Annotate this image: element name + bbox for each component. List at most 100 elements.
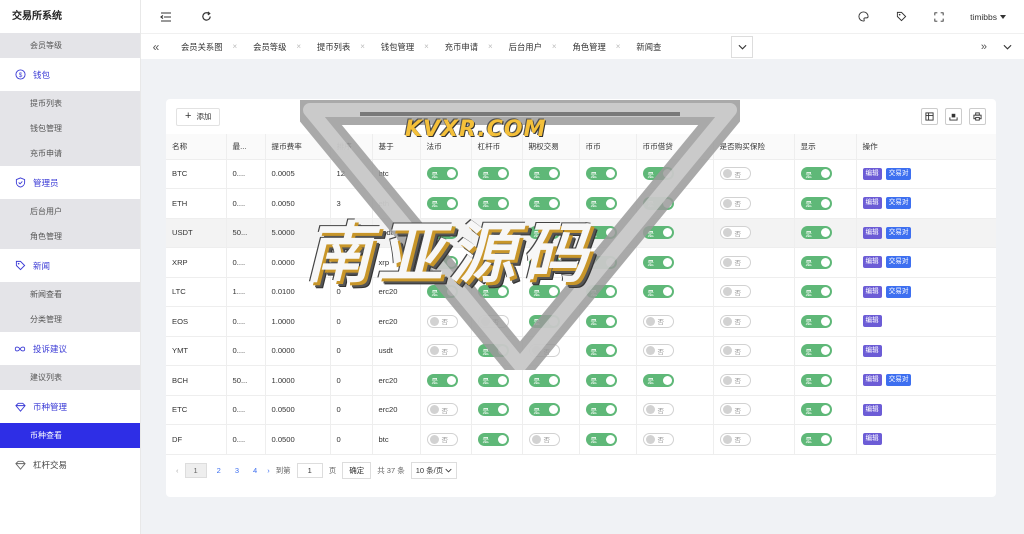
menu-collapse-icon[interactable] (159, 10, 173, 24)
toggle-insurance[interactable]: 否 (719, 314, 751, 328)
toggle-visible[interactable]: 是 (800, 373, 832, 387)
toggle-options[interactable]: 是 (528, 403, 560, 417)
toggle-coin-loan[interactable]: 是 (642, 285, 674, 299)
toggle-coin-loan[interactable]: 否 (642, 314, 674, 328)
edit-button[interactable]: 编辑 (862, 344, 882, 357)
toggle-coin-loan[interactable]: 是 (642, 167, 674, 181)
toggle-leverage[interactable]: 是 (477, 167, 509, 181)
toggle-options[interactable]: 否 (528, 344, 560, 358)
close-icon[interactable]: × (360, 42, 365, 51)
page-size-select[interactable]: 10 条/页 (410, 461, 458, 479)
close-icon[interactable]: × (424, 42, 429, 51)
tabs-menu-chevron-down-icon[interactable] (1003, 41, 1012, 53)
page-3[interactable]: 3 (231, 466, 243, 475)
toggle-coin-loan[interactable]: 是 (642, 373, 674, 387)
toggle-insurance[interactable]: 否 (719, 344, 751, 358)
edit-button[interactable]: 编辑 (862, 226, 882, 239)
toggle-visible[interactable]: 是 (800, 432, 832, 446)
sidebar-item-role-manage[interactable]: 角色管理 (0, 224, 140, 249)
toggle-options[interactable]: 否 (528, 432, 560, 446)
export-icon[interactable] (945, 108, 962, 125)
close-icon[interactable]: × (296, 42, 301, 51)
edit-button[interactable]: 编辑 (862, 256, 882, 269)
toggle-visible[interactable]: 是 (800, 226, 832, 240)
sidebar-item-suggestion-list[interactable]: 建议列表 (0, 365, 140, 390)
toggle-fiat[interactable]: 否 (426, 344, 458, 358)
trading-pair-button[interactable]: 交易对 (885, 226, 912, 239)
toggle-spot[interactable]: 是 (585, 373, 617, 387)
toggle-insurance[interactable]: 否 (719, 196, 751, 210)
toggle-insurance[interactable]: 否 (719, 373, 751, 387)
edit-button[interactable]: 编辑 (862, 197, 882, 210)
toggle-coin-loan[interactable]: 是 (642, 196, 674, 210)
toggle-spot[interactable]: 是 (585, 432, 617, 446)
toggle-options[interactable]: 是 (528, 167, 560, 181)
theme-palette-icon[interactable] (856, 10, 870, 24)
edit-button[interactable]: 编辑 (862, 403, 882, 416)
sidebar-group-admin[interactable]: 管理员 (0, 166, 140, 199)
sidebar-group-leverage[interactable]: 杠杆交易 (0, 448, 140, 481)
close-icon[interactable]: × (233, 42, 238, 51)
toggle-leverage[interactable]: 否 (477, 314, 509, 328)
toggle-fiat[interactable]: 是 (426, 373, 458, 387)
trading-pair-button[interactable]: 交易对 (885, 167, 912, 180)
columns-filter-icon[interactable] (921, 108, 938, 125)
tab-news-view[interactable]: 新闻查 (626, 37, 667, 57)
toggle-visible[interactable]: 是 (800, 403, 832, 417)
toggle-insurance[interactable]: 否 (719, 167, 751, 181)
toggle-options[interactable]: 是 (528, 314, 560, 328)
user-menu[interactable]: timibbs (970, 12, 1006, 22)
close-icon[interactable]: × (488, 42, 493, 51)
sidebar-item-wallet-manage[interactable]: 钱包管理 (0, 116, 140, 141)
toggle-visible[interactable]: 是 (800, 344, 832, 358)
sidebar-item-member-level[interactable]: 会员等级 (0, 33, 140, 58)
sidebar-group-wallet[interactable]: $ 钱包 (0, 58, 140, 91)
toggle-visible[interactable]: 是 (800, 167, 832, 181)
tag-icon[interactable] (894, 10, 908, 24)
edit-button[interactable]: 编辑 (862, 315, 882, 328)
toggle-fiat[interactable]: 是 (426, 167, 458, 181)
tabs-dropdown-chevron-down-icon[interactable] (731, 35, 753, 58)
tabs-next-icon[interactable]: » (981, 41, 987, 53)
edit-button[interactable]: 编辑 (862, 167, 882, 180)
toggle-leverage[interactable]: 是 (477, 403, 509, 417)
toggle-insurance[interactable]: 否 (719, 285, 751, 299)
toggle-visible[interactable]: 是 (800, 255, 832, 269)
trading-pair-button[interactable]: 交易对 (885, 285, 912, 298)
toggle-fiat[interactable]: 否 (426, 432, 458, 446)
toggle-coin-loan[interactable]: 是 (642, 226, 674, 240)
add-button[interactable]: + 添加 (176, 107, 221, 126)
toggle-spot[interactable]: 是 (585, 344, 617, 358)
tab-member-relation[interactable]: 会员关系图 × (171, 37, 243, 57)
sidebar-item-coin-view[interactable]: 币种查看 (0, 423, 140, 448)
toggle-coin-loan[interactable]: 否 (642, 432, 674, 446)
close-icon[interactable]: × (616, 42, 621, 51)
toggle-leverage[interactable]: 是 (477, 432, 509, 446)
page-4[interactable]: 4 (249, 466, 261, 475)
next-page-icon[interactable]: › (267, 466, 270, 475)
toggle-fiat[interactable]: 否 (426, 403, 458, 417)
toggle-leverage[interactable]: 是 (477, 344, 509, 358)
sidebar-item-deposit-apply[interactable]: 充币申请 (0, 141, 140, 166)
tabs-prev-icon[interactable]: « (141, 40, 171, 54)
toggle-visible[interactable]: 是 (800, 285, 832, 299)
sidebar-item-category-manage[interactable]: 分类管理 (0, 307, 140, 332)
edit-button[interactable]: 编辑 (862, 374, 882, 387)
edit-button[interactable]: 编辑 (862, 433, 882, 446)
page-1[interactable]: 1 (184, 462, 207, 478)
print-icon[interactable] (969, 108, 986, 125)
toggle-spot[interactable]: 是 (585, 167, 617, 181)
trading-pair-button[interactable]: 交易对 (885, 374, 912, 387)
toggle-visible[interactable]: 是 (800, 196, 832, 210)
tab-deposit-apply[interactable]: 充币申请 × (435, 37, 499, 57)
toggle-spot[interactable]: 是 (585, 403, 617, 417)
sidebar-group-coins[interactable]: 币种管理 (0, 390, 140, 423)
confirm-button[interactable]: 确定 (342, 461, 372, 479)
refresh-icon[interactable] (199, 10, 213, 24)
tab-member-level[interactable]: 会员等级 × (243, 37, 307, 57)
trading-pair-button[interactable]: 交易对 (885, 197, 912, 210)
toggle-coin-loan[interactable]: 否 (642, 403, 674, 417)
sidebar-group-complaints[interactable]: 投诉建议 (0, 332, 140, 365)
toggle-fiat[interactable]: 否 (426, 314, 458, 328)
toggle-options[interactable]: 是 (528, 373, 560, 387)
